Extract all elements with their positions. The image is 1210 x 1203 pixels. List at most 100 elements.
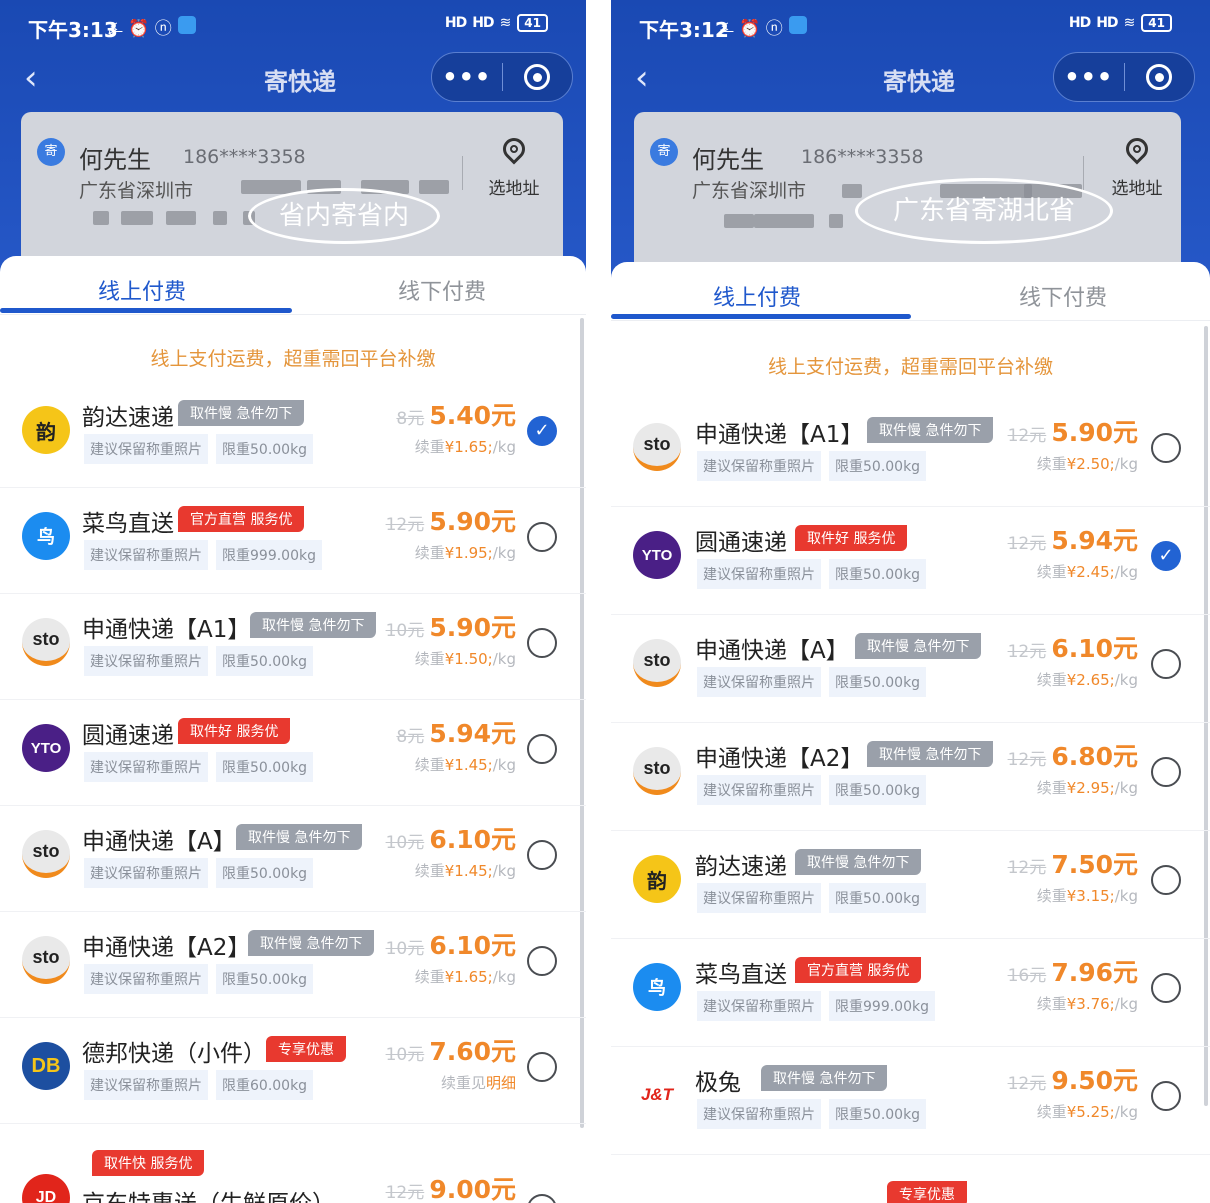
original-price: 12元 (1007, 642, 1047, 662)
price-line: 8元 5.94元 (396, 714, 516, 750)
close-button[interactable] (503, 64, 573, 90)
radio-button[interactable] (1151, 649, 1181, 679)
radio-button[interactable] (527, 734, 557, 764)
courier-row[interactable]: sto 申通快递【A】 取件慢 急件勿下 建议保留称重照片 限重50.00kg 10元 6… (0, 806, 586, 912)
original-price: 12元 (385, 1183, 425, 1203)
courier-row[interactable]: sto 申通快递【A2】 取件慢 急件勿下 建议保留称重照片 限重50.00kg 10元 … (0, 912, 586, 1018)
more-button[interactable]: ••• (1054, 63, 1124, 91)
courier-row[interactable]: sto 申通快递【A2】 取件慢 急件勿下 建议保留称重照片 限重50.00kg 12元 … (611, 723, 1210, 831)
weigh-photo-tip: 建议保留称重照片 (697, 991, 821, 1021)
tab-online-payment[interactable]: 线上付费 (98, 274, 186, 306)
courier-row[interactable]: 韵韵达速递 取件慢 急件勿下 建议保留称重照片 限重50.00kg 8元 5.40元 续重… (0, 382, 586, 488)
courier-row[interactable]: 韵韵达速递 取件慢 急件勿下 建议保留称重照片 限重50.00kg 12元 7.50元续… (611, 831, 1210, 939)
notification-icons: ⍼ ⏰ ⓝ (108, 19, 172, 39)
courier-row[interactable]: DB德邦快递（小件）专享优惠14元 10.40元 (611, 1155, 1210, 1203)
close-button[interactable] (1125, 64, 1195, 90)
status-icons: ⍼ ⏰ ⓝ (108, 14, 196, 39)
courier-chips: 建议保留称重照片 限重50.00kg (697, 451, 927, 481)
status-right: HD HD ≋ 41 (445, 14, 548, 32)
courier-logo: YTO (633, 531, 681, 579)
back-button[interactable]: ‹ (24, 58, 38, 98)
service-tag: 取件慢 急件勿下 (855, 633, 982, 659)
additional-weight-unit: /kg (1114, 455, 1138, 473)
service-tag: 取件好 服务优 (795, 525, 908, 551)
header: 下午3:13 ⍼ ⏰ ⓝ HD HD ≋ 41 ‹ 寄快递 ••• 寄何先生 186****3358… (0, 0, 586, 290)
tab-offline-payment[interactable]: 线下付费 (1019, 280, 1107, 312)
price-line: 10元 6.10元 (386, 820, 516, 856)
radio-selected[interactable]: ✓ (1151, 541, 1181, 571)
radio-button[interactable] (527, 1194, 557, 1203)
courier-row[interactable]: 鸟菜鸟直送 官方直营 服务优 建议保留称重照片 限重999.00kg 12元 5.90元… (0, 488, 586, 594)
price-block: 8元 5.94元 续重¥1.45;/kg (396, 714, 516, 775)
courier-row[interactable]: DB 德邦快递（小件） 专享优惠 建议保留称重照片 限重60.00kg 10元 7.60元… (0, 1018, 586, 1124)
radio-button[interactable] (527, 628, 557, 658)
additional-weight-price: ¥1.65; (444, 438, 493, 456)
radio-button[interactable] (1151, 1081, 1181, 1111)
price-line: 10元 5.90元 (386, 608, 516, 644)
courier-row[interactable]: 鸟菜鸟直送 官方直营 服务优 建议保留称重照片 限重999.00kg 16元 7.96元… (611, 939, 1210, 1047)
service-tag: 取件慢 急件勿下 (250, 612, 377, 638)
radio-button[interactable] (1151, 757, 1181, 787)
status-bar: 下午3:13 ⍼ ⏰ ⓝ HD HD ≋ 41 (0, 8, 586, 44)
additional-weight-label: 续重 (1036, 779, 1067, 797)
radio-button[interactable] (527, 522, 557, 552)
radio-selected[interactable]: ✓ (527, 416, 557, 446)
service-tag: 专享优惠 (887, 1181, 967, 1203)
courier-logo: sto (22, 618, 70, 666)
additional-weight-label: 续重 (1036, 671, 1067, 689)
discount-price: 5.90元 (1051, 418, 1138, 447)
radio-button[interactable] (527, 1052, 557, 1082)
payment-notice: 线上支付运费，超重需回平台补缴 (150, 348, 436, 370)
courier-chips: 建议保留称重照片 限重60.00kg (84, 1070, 314, 1100)
radio-button[interactable] (527, 946, 557, 976)
discount-price: 5.90元 (429, 507, 516, 536)
select-address-button[interactable]: 选地址 (474, 133, 554, 199)
sender-city: 广东省深圳市 (79, 180, 194, 202)
radio-button[interactable] (527, 840, 557, 870)
price-block: 10元 5.90元续重¥1.50;/kg (386, 608, 516, 669)
courier-chips: 建议保留称重照片 限重50.00kg (697, 775, 927, 805)
radio-button[interactable] (1151, 973, 1181, 1003)
price-line: 12元 7.50元 (1008, 845, 1138, 881)
select-address-button[interactable]: 选地址 (1097, 133, 1177, 199)
price-line: 12元 6.80元 (1008, 737, 1138, 773)
additional-weight: 续重¥1.50;/kg (386, 648, 516, 669)
courier-name: 申通快递【A2】 (82, 935, 251, 961)
radio-button[interactable] (1151, 865, 1181, 895)
price-block: 10元 7.60元 续重见明细 (386, 1032, 516, 1093)
courier-row[interactable]: sto 申通快递【A1】 取件慢 急件勿下 建议保留称重照片 限重50.00kg 10元 … (0, 594, 586, 700)
location-pin-icon (1121, 133, 1153, 165)
additional-weight-label: 续重 (414, 968, 445, 986)
courier-logo: sto (633, 639, 681, 687)
weigh-photo-tip: 建议保留称重照片 (697, 883, 821, 913)
courier-name: 菜鸟直送 (82, 511, 174, 537)
weigh-photo-tip: 建议保留称重照片 (697, 1099, 821, 1129)
courier-chips: 建议保留称重照片 限重50.00kg (84, 434, 314, 464)
courier-row[interactable]: YTO 圆通速递 取件好 服务优 建议保留称重照片 限重50.00kg 8元 5.94元续… (0, 700, 586, 806)
panel-divider (586, 0, 611, 1203)
additional-weight-label: 续重 (1036, 887, 1067, 905)
courier-row[interactable]: sto 申通快递【A1】 取件慢 急件勿下 建议保留称重照片 限重50.00kg 12元 … (611, 399, 1210, 507)
tab-offline-payment[interactable]: 线下付费 (398, 274, 486, 306)
additional-weight-label: 续重 (414, 650, 445, 668)
additional-weight-label: 续重 (414, 756, 445, 774)
back-button[interactable]: ‹ (635, 58, 649, 98)
redacted-address (93, 211, 109, 225)
more-button[interactable]: ••• (432, 63, 502, 91)
courier-name: 申通快递【A】 (695, 638, 849, 664)
courier-name: 申通快递【A1】 (695, 422, 864, 448)
service-tag: 取件慢 急件勿下 (761, 1065, 888, 1091)
signal-icon: HD (1096, 15, 1118, 31)
courier-row[interactable]: YTO 圆通速递 取件好 服务优 建议保留称重照片 限重50.00kg 12元 5.94元… (611, 507, 1210, 615)
courier-row[interactable]: JD 京东特惠送（生鲜原价） 取件快 服务优 12元 9.00元 (0, 1124, 586, 1203)
courier-row[interactable]: sto 申通快递【A】 取件慢 急件勿下 建议保留称重照片 限重50.00kg 12元 6… (611, 615, 1210, 723)
service-tag: 官方直营 服务优 (795, 957, 922, 983)
additional-weight-unit: /kg (1114, 887, 1138, 905)
courier-name: 圆通速递 (695, 530, 787, 556)
tab-online-payment[interactable]: 线上付费 (713, 280, 801, 312)
battery-icon: 41 (1141, 14, 1172, 32)
redacted-address (419, 180, 449, 194)
service-tag: 专享优惠 (266, 1036, 346, 1062)
radio-button[interactable] (1151, 433, 1181, 463)
courier-row[interactable]: J&T 极兔 取件慢 急件勿下 建议保留称重照片 限重50.00kg 12元 9.50元续… (611, 1047, 1210, 1155)
